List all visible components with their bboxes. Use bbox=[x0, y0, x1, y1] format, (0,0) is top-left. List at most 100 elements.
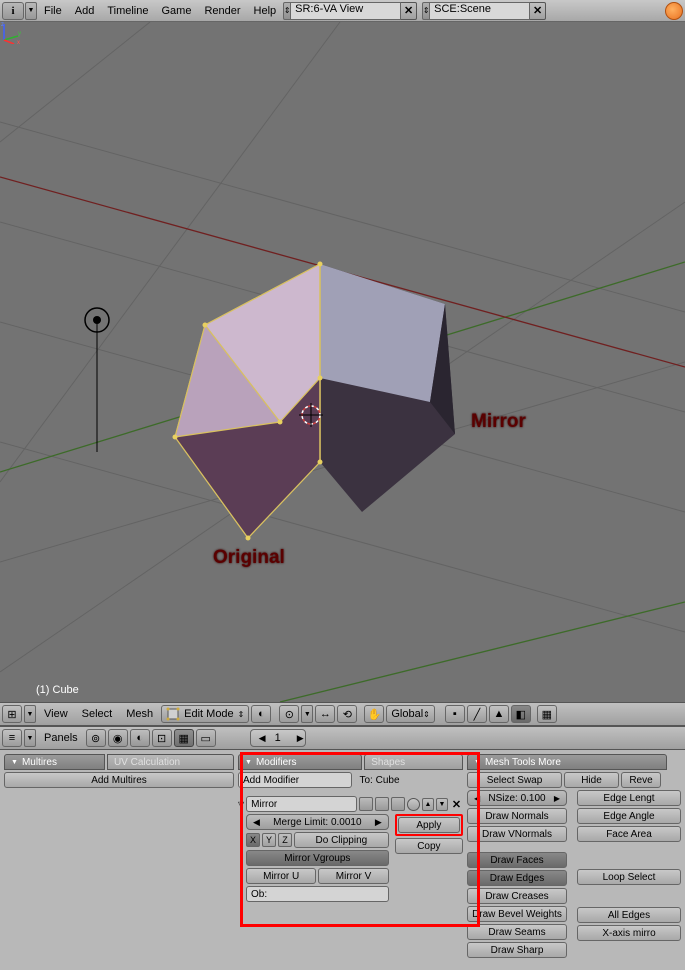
tab-mesh-tools-more[interactable]: ▼Mesh Tools More bbox=[467, 754, 667, 770]
select-swap-button[interactable]: Select Swap bbox=[467, 772, 562, 788]
draw-seams-button[interactable]: Draw Seams bbox=[467, 924, 567, 940]
face-area-button[interactable]: Face Area bbox=[577, 826, 681, 842]
copy-button[interactable]: Copy bbox=[395, 838, 463, 854]
render-button-icon[interactable]: ▦ bbox=[537, 705, 557, 723]
tab-multires[interactable]: ▼Multires bbox=[4, 754, 105, 770]
mode-selector[interactable]: Edit Mode ⇕ bbox=[161, 705, 249, 723]
context-shading-icon[interactable]: ◐ bbox=[130, 729, 150, 747]
axis-y-button[interactable]: Y bbox=[262, 833, 276, 847]
draw-edges-button[interactable]: Draw Edges bbox=[467, 870, 567, 886]
axis-x-button[interactable]: X bbox=[246, 833, 260, 847]
triangle-down-icon[interactable]: ▽ bbox=[238, 800, 244, 809]
manipulator-move-icon[interactable]: ↔ bbox=[315, 705, 335, 723]
sel-face-button[interactable]: ▲ bbox=[489, 705, 509, 723]
draw-creases-button[interactable]: Draw Creases bbox=[467, 888, 567, 904]
frame-value[interactable]: 1 bbox=[267, 732, 289, 744]
draw-bweights-button[interactable]: Draw Bevel Weights bbox=[467, 906, 567, 922]
frame-pager[interactable]: ◀ 1 ▶ bbox=[250, 729, 306, 747]
3d-viewport[interactable]: Original Mirror (1) Cube z x y bbox=[0, 22, 685, 702]
context-scene-icon[interactable]: ▭ bbox=[196, 729, 216, 747]
window-type-button[interactable]: i bbox=[2, 2, 24, 20]
mirror-v-button[interactable]: Mirror V bbox=[318, 868, 388, 884]
draw-sharp-button[interactable]: Draw Sharp bbox=[467, 942, 567, 958]
sel-edge-button[interactable]: ╱ bbox=[467, 705, 487, 723]
scene-name-field[interactable]: SCE:Scene bbox=[430, 2, 530, 20]
modifier-render-toggle[interactable] bbox=[359, 797, 373, 811]
modifier-move-up-icon[interactable]: ▲ bbox=[422, 798, 434, 811]
pivot-button[interactable]: ⊙ bbox=[279, 705, 299, 723]
axis-gizmo-icon: z x y bbox=[0, 22, 22, 44]
annotation-original: Original bbox=[213, 547, 285, 569]
window-type-dropdown[interactable]: ▼ bbox=[25, 2, 37, 20]
mirror-vgroups-button[interactable]: Mirror Vgroups bbox=[246, 850, 389, 866]
screen-name-field[interactable]: SR:6-VA View bbox=[291, 2, 401, 20]
view-type-icon[interactable]: ⊞ bbox=[2, 705, 22, 723]
menu-select[interactable]: Select bbox=[76, 705, 119, 723]
orientation-selector[interactable]: Global ⇕ bbox=[386, 705, 435, 723]
sel-vertex-button[interactable]: ▪ bbox=[445, 705, 465, 723]
tab-modifiers[interactable]: ▼Modifiers bbox=[238, 754, 362, 770]
all-edges-button[interactable]: All Edges bbox=[577, 907, 681, 923]
hide-button[interactable]: Hide bbox=[564, 772, 619, 788]
menu-mesh[interactable]: Mesh bbox=[120, 705, 159, 723]
tab-shapes[interactable]: Shapes bbox=[364, 754, 463, 770]
menu-timeline[interactable]: Timeline bbox=[101, 2, 154, 20]
axis-z-button[interactable]: Z bbox=[278, 833, 292, 847]
scene-browse-icon[interactable]: ⇕ bbox=[422, 2, 430, 20]
draw-vnormals-button[interactable]: Draw VNormals bbox=[467, 826, 567, 842]
context-object-icon[interactable]: ⊡ bbox=[152, 729, 172, 747]
modifier-enable-icon[interactable] bbox=[407, 798, 420, 811]
edge-length-button[interactable]: Edge Lengt bbox=[577, 790, 681, 806]
annotation-mirror: Mirror bbox=[471, 411, 526, 433]
menu-file[interactable]: File bbox=[38, 2, 68, 20]
modifier-target-label: To: Cube bbox=[354, 775, 464, 786]
buttons-window-dropdown[interactable]: ▼ bbox=[24, 729, 36, 747]
loop-select-button[interactable]: Loop Select bbox=[577, 869, 681, 885]
buttons-window-type-icon[interactable]: ≡ bbox=[2, 729, 22, 747]
context-script-icon[interactable]: ◉ bbox=[108, 729, 128, 747]
modifier-name-field[interactable]: Mirror bbox=[246, 796, 357, 812]
scene-selector: ⇕ SCE:Scene ✕ bbox=[422, 2, 546, 20]
xaxis-mirror-button[interactable]: X-axis mirro bbox=[577, 925, 681, 941]
add-modifier-button[interactable]: Add Modifier bbox=[238, 772, 352, 788]
scene-delete-button[interactable]: ✕ bbox=[530, 2, 546, 20]
nsize-field[interactable]: ◀NSize: 0.100▶ bbox=[467, 790, 567, 806]
menu-render[interactable]: Render bbox=[198, 2, 246, 20]
active-object-name: (1) Cube bbox=[36, 684, 79, 696]
mirror-object-field[interactable]: Ob: bbox=[246, 886, 389, 902]
modifier-move-down-icon[interactable]: ▼ bbox=[436, 798, 448, 811]
buttons-window-header: ≡ ▼ Panels ⊚ ◉ ◐ ⊡ ▦ ▭ ◀ 1 ▶ bbox=[0, 726, 685, 750]
widget-toggle-icon[interactable]: ✋ bbox=[364, 705, 384, 723]
edge-angle-button[interactable]: Edge Angle bbox=[577, 808, 681, 824]
modifier-cage-toggle[interactable] bbox=[391, 797, 405, 811]
occlude-button[interactable]: ◧ bbox=[511, 705, 531, 723]
menu-view[interactable]: View bbox=[38, 705, 74, 723]
menu-help[interactable]: Help bbox=[248, 2, 283, 20]
mirror-u-button[interactable]: Mirror U bbox=[246, 868, 316, 884]
modifier-delete-icon[interactable]: ✕ bbox=[450, 798, 463, 811]
manipulator-rotate-icon[interactable]: ⟲ bbox=[337, 705, 357, 723]
top-menu-bar: i ▼ File Add Timeline Game Render Help ⇕… bbox=[0, 0, 685, 22]
draw-normals-button[interactable]: Draw Normals bbox=[467, 808, 567, 824]
apply-button[interactable]: Apply bbox=[398, 817, 460, 833]
do-clipping-button[interactable]: Do Clipping bbox=[294, 832, 389, 848]
frame-next-icon[interactable]: ▶ bbox=[289, 733, 305, 744]
view-type-dropdown[interactable]: ▼ bbox=[24, 705, 36, 723]
context-logic-icon[interactable]: ⊚ bbox=[86, 729, 106, 747]
modifier-display-toggle[interactable] bbox=[375, 797, 389, 811]
context-editing-icon[interactable]: ▦ bbox=[174, 729, 194, 747]
reveal-button[interactable]: Reve bbox=[621, 772, 661, 788]
blender-logo-icon bbox=[665, 2, 683, 20]
frame-prev-icon[interactable]: ◀ bbox=[251, 733, 267, 744]
add-multires-button[interactable]: Add Multires bbox=[4, 772, 234, 788]
menu-add[interactable]: Add bbox=[69, 2, 101, 20]
triangle-down-icon: ▼ bbox=[11, 759, 18, 766]
draw-faces-button[interactable]: Draw Faces bbox=[467, 852, 567, 868]
screen-browse-icon[interactable]: ⇕ bbox=[283, 2, 291, 20]
merge-limit-field[interactable]: ◀Merge Limit: 0.0010▶ bbox=[246, 814, 389, 830]
draw-type-button[interactable]: ◐ bbox=[251, 705, 271, 723]
tab-uv-calculation[interactable]: UV Calculation bbox=[107, 754, 234, 770]
screen-delete-button[interactable]: ✕ bbox=[401, 2, 417, 20]
pivot-dropdown[interactable]: ▼ bbox=[301, 705, 313, 723]
menu-game[interactable]: Game bbox=[155, 2, 197, 20]
